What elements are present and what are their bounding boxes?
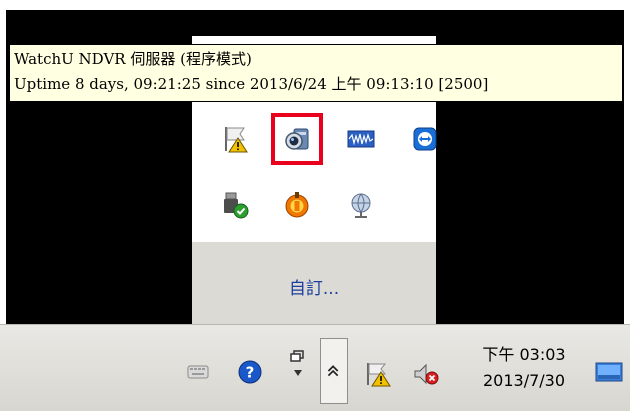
restore-window-icon[interactable] xyxy=(288,346,308,386)
action-center-warning-icon[interactable] xyxy=(364,360,392,388)
customize-link[interactable]: 自訂... xyxy=(192,274,436,299)
tooltip-line-1: WatchU NDVR 伺服器 (程序模式) xyxy=(14,50,252,68)
volume-muted-icon[interactable] xyxy=(412,360,440,388)
tray-tooltip: WatchU NDVR 伺服器 (程序模式) Uptime 8 days, 09… xyxy=(9,44,623,102)
keyboard-icon[interactable] xyxy=(184,358,212,386)
teamviewer-icon[interactable] xyxy=(410,124,440,154)
clock-date: 2013/7/30 xyxy=(482,371,566,390)
overflow-panel-footer: 自訂... xyxy=(192,242,436,324)
chevron-up-icon xyxy=(327,365,339,377)
orange-app-icon[interactable] xyxy=(282,190,312,220)
audio-wave-icon[interactable] xyxy=(346,124,376,154)
network-globe-icon[interactable] xyxy=(346,190,376,220)
show-desktop-button[interactable] xyxy=(594,360,624,386)
monitor-icon xyxy=(595,362,623,382)
flag-warning-icon[interactable] xyxy=(220,124,250,154)
svg-text:?: ? xyxy=(246,364,255,382)
clock-time: 下午 03:03 xyxy=(482,345,566,364)
taskbar-clock[interactable]: 下午 03:03 2013/7/30 xyxy=(464,342,584,394)
help-icon[interactable]: ? xyxy=(236,358,264,386)
highlight-box xyxy=(271,113,323,165)
tooltip-line-2: Uptime 8 days, 09:21:25 since 2013/6/24 … xyxy=(14,75,489,93)
usb-safely-remove-icon[interactable] xyxy=(220,190,250,220)
show-hidden-icons-button[interactable] xyxy=(320,338,348,404)
